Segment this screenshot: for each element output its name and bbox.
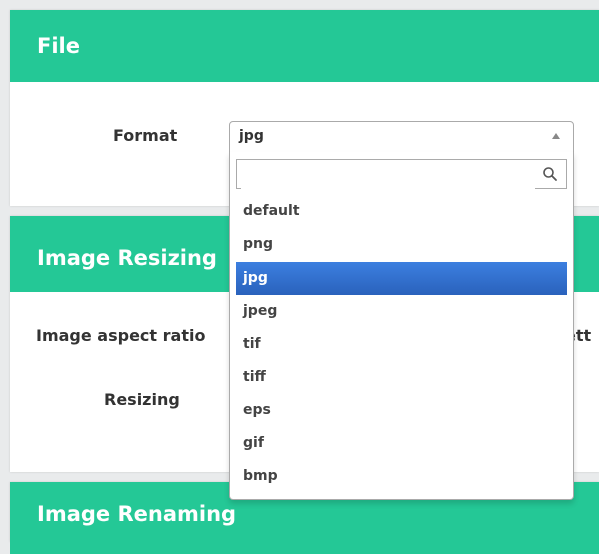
format-option-tiff[interactable]: tiff	[236, 361, 567, 394]
format-option-eps[interactable]: eps	[236, 394, 567, 427]
format-option-default[interactable]: default	[236, 195, 567, 228]
format-select[interactable]: jpg	[229, 121, 574, 153]
format-option-gif[interactable]: gif	[236, 427, 567, 460]
chevron-up-icon	[552, 133, 560, 139]
format-search-box[interactable]	[236, 159, 567, 189]
format-search-input[interactable]	[241, 161, 535, 189]
file-header: File	[10, 10, 599, 82]
format-option-png[interactable]: png	[236, 228, 567, 261]
format-option-jpg[interactable]: jpg	[236, 262, 567, 295]
format-label: Format	[113, 126, 178, 145]
resizing-label: Resizing	[104, 390, 180, 409]
format-option-jpeg[interactable]: jpeg	[236, 295, 567, 328]
search-icon	[543, 167, 557, 181]
format-option-bmp[interactable]: bmp	[236, 460, 567, 493]
format-option-tif[interactable]: tif	[236, 328, 567, 361]
aspect-ratio-label: Image aspect ratio	[36, 326, 206, 345]
format-select-value: jpg	[239, 128, 264, 144]
format-dropdown: default png jpg jpeg tif tiff eps gif bm…	[229, 152, 574, 500]
